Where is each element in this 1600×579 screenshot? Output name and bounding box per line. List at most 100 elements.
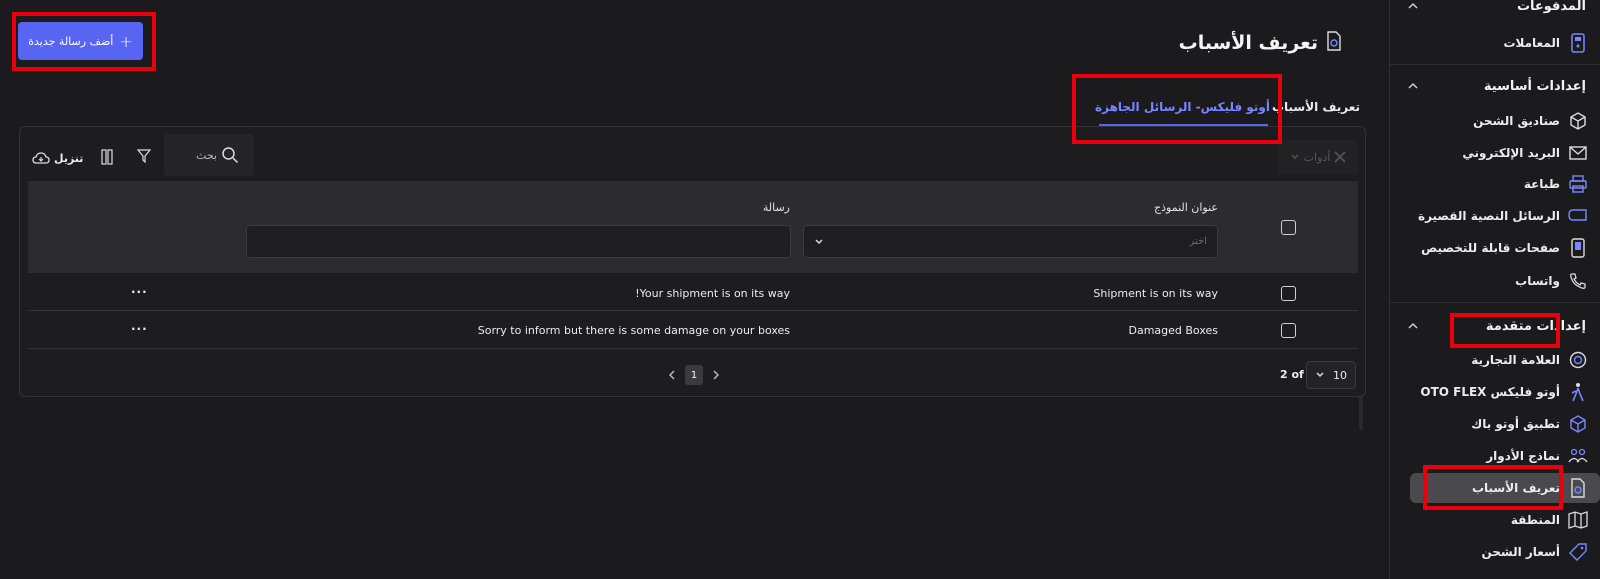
sidebar-item-label: البريد الإلكتروني (1462, 146, 1560, 160)
sidebar-item-whatsapp[interactable]: واتساب (1515, 266, 1588, 296)
package-icon (1568, 414, 1588, 434)
search-input[interactable] (179, 148, 217, 162)
row-title: Damaged Boxes (1128, 324, 1218, 337)
tag-icon (1568, 542, 1588, 562)
tools-label: أدوات (1303, 150, 1331, 164)
page-count-label: 2 of (1280, 368, 1304, 381)
sidebar-item-shipping-boxes[interactable]: صناديق الشحن (1473, 106, 1588, 136)
sidebar-item-label: نماذج الأدوار (1486, 449, 1560, 463)
sidebar-item-oto-flex[interactable]: أوتو فليكس OTO FLEX (1420, 377, 1588, 407)
sms-icon (1568, 206, 1588, 226)
row-checkbox[interactable] (1281, 286, 1296, 301)
page-number[interactable]: 1 (685, 365, 703, 385)
download-label: تنزيل (54, 151, 84, 165)
row-message: !Your shipment is on its way (635, 287, 790, 300)
sidebar: المدفوعات المعاملات إعدادات أساسية صنادي… (1389, 0, 1600, 579)
sidebar-item-label: المنطقة (1510, 513, 1560, 527)
chevron-down-icon (1316, 372, 1324, 378)
tab-oto-flex-ready-messages[interactable]: أوتو فليكس- الرسائل الجاهزة (1095, 92, 1270, 122)
document-gear-icon (1326, 31, 1342, 55)
map-icon (1568, 510, 1588, 530)
filter-icon (137, 149, 151, 163)
sidebar-item-label: واتساب (1515, 274, 1560, 288)
sidebar-section-label: إعدادات متقدمة (1485, 318, 1586, 334)
columns-button[interactable] (100, 148, 114, 166)
prev-page-button[interactable] (666, 368, 678, 382)
page-size-select[interactable]: 10 (1306, 361, 1356, 389)
document-gear-icon (1568, 478, 1588, 498)
page-title-text: تعريف الأسباب (1178, 32, 1318, 54)
columns-icon (101, 149, 113, 165)
column-header-title: عنوان النموذج (1154, 201, 1218, 214)
page-title: تعريف الأسباب (1179, 28, 1342, 58)
next-page-button[interactable] (710, 368, 722, 382)
courier-icon (1568, 382, 1588, 402)
sidebar-item-sms[interactable]: الرسائل النصية القصيرة (1418, 201, 1588, 231)
printer-icon (1568, 174, 1588, 194)
sidebar-item-label: أسعار الشحن (1481, 545, 1560, 559)
sidebar-item-role-templates[interactable]: نماذج الأدوار (1486, 441, 1588, 471)
cloud-download-icon (32, 152, 50, 164)
filter-button[interactable] (136, 148, 152, 164)
row-actions-button[interactable]: ... (131, 282, 148, 296)
row-actions-button[interactable]: ... (131, 319, 148, 333)
page-size-value: 10 (1333, 368, 1347, 382)
plus-icon: + (119, 31, 133, 51)
sidebar-item-shipping-rates[interactable]: أسعار الشحن (1481, 537, 1588, 567)
sidebar-item-reason-definition[interactable]: تعريف الأسباب (1410, 473, 1600, 503)
sidebar-section-label: إعدادات أساسية (1483, 78, 1586, 94)
sidebar-item-label: المعاملات (1503, 36, 1560, 50)
chevron-down-icon (1291, 154, 1299, 159)
chevron-up-icon (1408, 2, 1418, 9)
message-filter-input[interactable] (246, 225, 791, 258)
sidebar-item-label: أوتو فليكس OTO FLEX (1420, 385, 1560, 399)
sidebar-item-email[interactable]: البريد الإلكتروني (1462, 138, 1588, 168)
chevron-right-icon (713, 370, 719, 380)
search-box[interactable] (164, 134, 254, 176)
sidebar-item-print[interactable]: طباعة (1524, 169, 1588, 199)
divider (1390, 302, 1600, 303)
row-title: Shipment is on its way (1093, 287, 1218, 300)
chevron-down-icon (815, 238, 823, 244)
row-checkbox[interactable] (1281, 323, 1296, 338)
sidebar-section-label: المدفوعات (1516, 0, 1586, 14)
sidebar-section-payments[interactable]: المدفوعات (1406, 0, 1586, 18)
sidebar-item-label: صناديق الشحن (1473, 114, 1560, 128)
brand-icon (1568, 350, 1588, 370)
sidebar-section-basic-settings[interactable]: إعدادات أساسية (1406, 74, 1586, 98)
add-new-message-button[interactable]: + أضف رسالة جديدة (18, 22, 143, 60)
sidebar-section-advanced-settings[interactable]: إعدادات متقدمة (1406, 314, 1586, 338)
sidebar-item-brand[interactable]: العلامة التجارية (1471, 345, 1588, 375)
box-icon (1568, 111, 1588, 131)
sidebar-item-label: طباعة (1523, 177, 1560, 191)
add-new-message-label: أضف رسالة جديدة (28, 34, 114, 48)
row-message: Sorry to inform but there is some damage… (477, 324, 790, 337)
divider (1390, 64, 1600, 65)
sidebar-item-label: الرسائل النصية القصيرة (1417, 209, 1560, 223)
chevron-left-icon (669, 370, 675, 380)
select-all-checkbox[interactable] (1281, 220, 1296, 235)
sidebar-item-label: تعريف الأسباب (1471, 481, 1560, 495)
sidebar-item-label: صفحات قابلة للتخصيص (1421, 241, 1560, 255)
sidebar-item-custom-pages[interactable]: صفحات قابلة للتخصيص (1421, 233, 1588, 263)
card-reader-icon (1568, 33, 1588, 53)
filter-placeholder: اختر (1189, 236, 1208, 247)
sidebar-item-oto-pack-app[interactable]: تطبيق أوتو باك (1471, 409, 1588, 439)
tools-button[interactable]: أدوات (1278, 140, 1358, 174)
mail-icon (1568, 143, 1588, 163)
sidebar-item-label: تطبيق أوتو باك (1471, 417, 1560, 431)
search-icon (222, 147, 239, 164)
chevron-up-icon (1408, 322, 1418, 329)
chevron-up-icon (1408, 82, 1418, 89)
phone-page-icon (1568, 238, 1588, 258)
sidebar-item-label: العلامة التجارية (1471, 353, 1560, 367)
sidebar-item-transactions[interactable]: المعاملات (1503, 28, 1588, 58)
tab-reason-definition[interactable]: تعريف الأسباب (1272, 92, 1360, 122)
phone-icon (1568, 271, 1588, 291)
title-filter-select[interactable]: اختر (803, 225, 1218, 258)
column-header-message: رسالة (762, 201, 790, 214)
sidebar-item-region[interactable]: المنطقة (1511, 505, 1588, 535)
download-button[interactable]: تنزيل (32, 148, 83, 168)
users-icon (1568, 446, 1588, 466)
tools-icon (1334, 151, 1346, 163)
